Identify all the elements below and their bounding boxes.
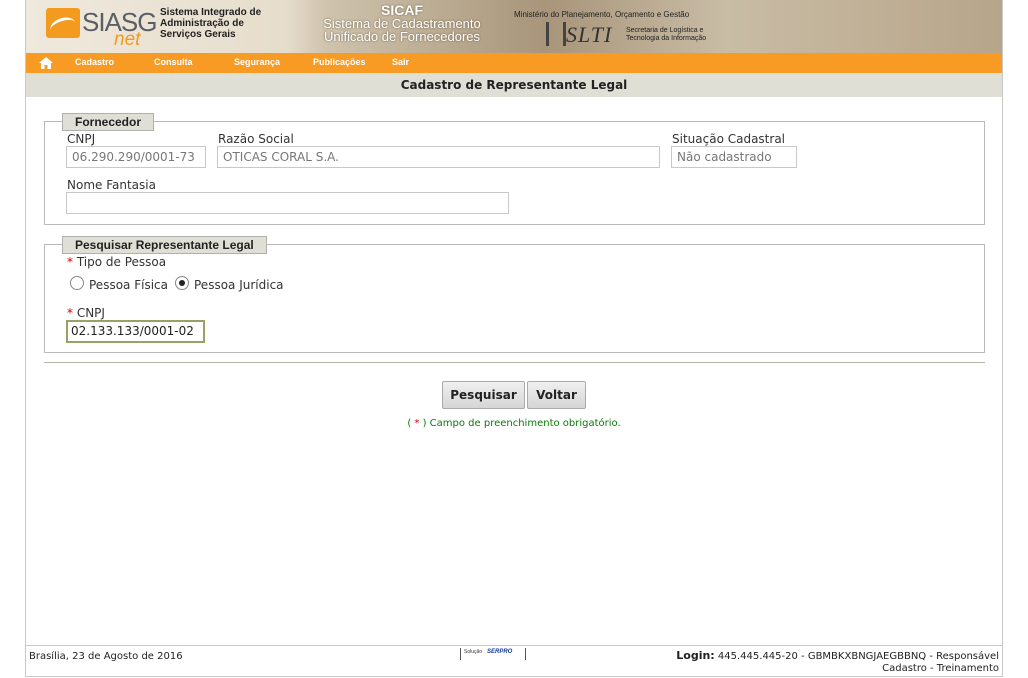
menu-item-consulta[interactable]: Consulta <box>154 57 193 67</box>
sicaf-title: SICAF Sistema de Cadastramento Unificado… <box>302 3 502 43</box>
footer: Brasília, 23 de Agosto de 2016 Solução S… <box>26 645 1002 677</box>
cnpj-search-label-text: CNPJ <box>76 306 105 320</box>
login-label: Login: <box>676 649 715 662</box>
fornecedor-cnpj-field[interactable]: 06.290.290/0001-73 <box>66 146 206 168</box>
menu-item-seguranca[interactable]: Segurança <box>234 57 280 67</box>
menu-item-sair[interactable]: Sair <box>392 57 409 67</box>
system-name: Sistema Integrado de Administração de Se… <box>160 7 262 40</box>
situacao-cadastral-field[interactable]: Não cadastrado <box>671 146 797 168</box>
fornecedor-fieldset: Fornecedor CNPJ 06.290.290/0001-73 Razão… <box>44 113 985 225</box>
nome-fantasia-label: Nome Fantasia <box>67 178 156 192</box>
footer-date: Brasília, 23 de Agosto de 2016 <box>29 651 183 662</box>
pesquisar-legend: Pesquisar Representante Legal <box>62 236 267 254</box>
siasg-logo-net: net <box>114 29 141 50</box>
fornecedor-legend: Fornecedor <box>62 113 155 131</box>
cnpj-search-input[interactable]: 02.133.133/0001-02 <box>66 320 205 343</box>
sicaf-line-3: Unificado de Fornecedores <box>323 29 481 44</box>
required-field-note: ( * ) Campo de preenchimento obrigatório… <box>26 418 1002 429</box>
main-menu: Cadastro Consulta Segurança Publicações … <box>26 53 1002 73</box>
menu-item-cadastro[interactable]: Cadastro <box>75 57 114 67</box>
radio-pessoa-juridica[interactable] <box>175 276 189 290</box>
radio-pessoa-fisica[interactable] <box>70 276 84 290</box>
pesquisar-representante-fieldset: Pesquisar Representante Legal * Tipo de … <box>44 236 985 353</box>
siasg-logo: SIASG net <box>46 5 157 50</box>
razao-social-label: Razão Social <box>218 132 294 146</box>
slti-logo-mark <box>546 22 566 46</box>
login-role: Cadastro - Treinamento <box>882 663 999 674</box>
tipo-pessoa-label: * Tipo de Pessoa <box>67 255 166 269</box>
note-text: ) Campo de preenchimento obrigatório. <box>419 418 621 429</box>
cnpj-search-label: * CNPJ <box>67 306 105 320</box>
required-mark: * <box>67 255 73 269</box>
required-mark: * <box>67 306 73 320</box>
slti-subtitle: Secretaria de Logística e Tecnologia da … <box>626 27 707 42</box>
home-icon[interactable] <box>39 57 53 69</box>
razao-social-field[interactable]: OTICAS CORAL S.A. <box>217 146 660 168</box>
situacao-cadastral-label: Situação Cadastral <box>672 132 786 146</box>
fornecedor-cnpj-label: CNPJ <box>67 132 96 146</box>
siasg-logo-mark <box>46 8 80 39</box>
serpro-logo-caption: Solução <box>464 649 483 655</box>
pessoa-fisica-label[interactable]: Pessoa Física <box>89 278 168 292</box>
page-title: Cadastro de Representante Legal <box>26 73 1002 97</box>
serpro-logo: Solução SERPRO <box>460 648 526 660</box>
slti-logo: SLTI <box>566 22 613 47</box>
pessoa-juridica-label[interactable]: Pessoa Jurídica <box>194 278 284 292</box>
sicaf-acronym: SICAF <box>381 2 423 18</box>
serpro-logo-brand: SERPRO <box>487 649 513 655</box>
header-banner: SIASG net Sistema Integrado de Administr… <box>26 0 1002 53</box>
footer-login-info: Login: 445.445.445-20 - GBMBKXBNGJAEGBBN… <box>676 650 999 675</box>
tipo-pessoa-label-text: Tipo de Pessoa <box>76 255 167 269</box>
voltar-button[interactable]: Voltar <box>527 381 586 409</box>
nome-fantasia-field[interactable] <box>66 192 509 214</box>
form-divider <box>44 362 985 363</box>
page-frame: SIASG net Sistema Integrado de Administr… <box>25 0 1003 677</box>
menu-item-publicacoes[interactable]: Publicações <box>313 57 366 67</box>
ministry-name: Ministério do Planejamento, Orçamento e … <box>514 10 690 19</box>
login-value: 445.445.445-20 - GBMBKXBNGJAEGBBNQ - Res… <box>717 651 999 662</box>
pesquisar-button[interactable]: Pesquisar <box>442 381 525 409</box>
